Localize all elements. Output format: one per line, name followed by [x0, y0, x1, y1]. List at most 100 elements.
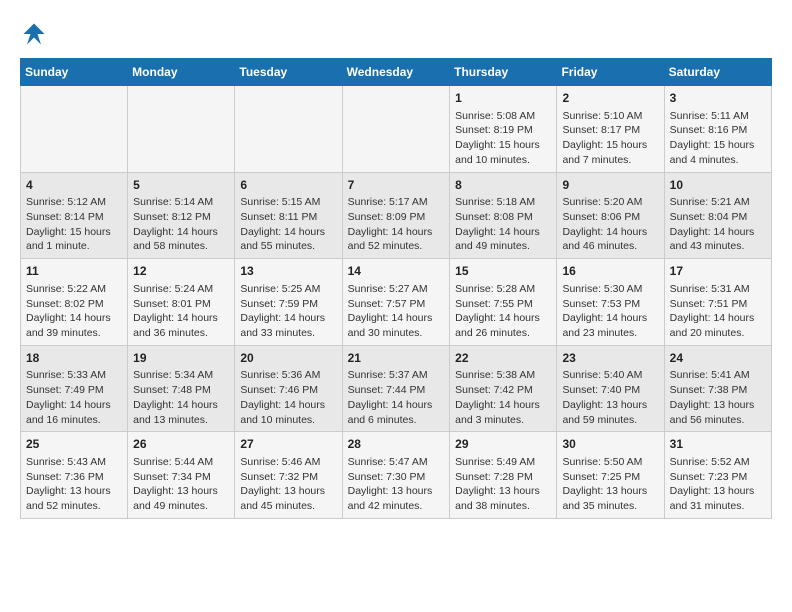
- cell-info-line: Sunset: 8:02 PM: [26, 297, 122, 312]
- day-number: 20: [240, 350, 336, 367]
- cell-info-line: Sunrise: 5:52 AM: [670, 455, 766, 470]
- cell-info-line: Sunset: 7:51 PM: [670, 297, 766, 312]
- calendar-cell: 8Sunrise: 5:18 AMSunset: 8:08 PMDaylight…: [450, 172, 557, 259]
- cell-info-line: Daylight: 13 hours: [670, 484, 766, 499]
- weekday-header-saturday: Saturday: [664, 59, 771, 86]
- cell-info-line: Sunrise: 5:12 AM: [26, 195, 122, 210]
- calendar-cell: 21Sunrise: 5:37 AMSunset: 7:44 PMDayligh…: [342, 345, 450, 432]
- day-number: 3: [670, 90, 766, 107]
- day-number: 16: [562, 263, 658, 280]
- cell-info-line: Sunset: 7:36 PM: [26, 470, 122, 485]
- cell-info-line: Daylight: 13 hours: [26, 484, 122, 499]
- cell-info-line: and 36 minutes.: [133, 326, 229, 341]
- day-number: 5: [133, 177, 229, 194]
- day-number: 25: [26, 436, 122, 453]
- weekday-header-row: SundayMondayTuesdayWednesdayThursdayFrid…: [21, 59, 772, 86]
- cell-info-line: Sunset: 8:11 PM: [240, 210, 336, 225]
- cell-info-line: Sunrise: 5:47 AM: [348, 455, 445, 470]
- cell-info-line: and 33 minutes.: [240, 326, 336, 341]
- cell-info-line: Daylight: 14 hours: [348, 311, 445, 326]
- calendar-cell: 27Sunrise: 5:46 AMSunset: 7:32 PMDayligh…: [235, 432, 342, 519]
- day-number: 30: [562, 436, 658, 453]
- cell-info-line: Sunrise: 5:27 AM: [348, 282, 445, 297]
- calendar-cell: 25 Sunrise: 5:43 AMSunset: 7:36 PMDayligh…: [21, 432, 128, 519]
- calendar-cell: 19Sunrise: 5:34 AMSunset: 7:48 PMDayligh…: [128, 345, 235, 432]
- cell-info-line: Daylight: 14 hours: [240, 311, 336, 326]
- cell-info-line: Sunset: 8:12 PM: [133, 210, 229, 225]
- cell-info-line: and 7 minutes.: [562, 153, 658, 168]
- weekday-header-friday: Friday: [557, 59, 664, 86]
- weekday-header-sunday: Sunday: [21, 59, 128, 86]
- cell-info-line: Sunrise: 5:43 AM: [26, 455, 122, 470]
- calendar-table: SundayMondayTuesdayWednesdayThursdayFrid…: [20, 58, 772, 519]
- day-number: 17: [670, 263, 766, 280]
- cell-info-line: and 23 minutes.: [562, 326, 658, 341]
- calendar-week-row: 1Sunrise: 5:08 AMSunset: 8:19 PMDaylight…: [21, 86, 772, 173]
- calendar-cell: 5Sunrise: 5:14 AMSunset: 8:12 PMDaylight…: [128, 172, 235, 259]
- cell-info-line: Sunset: 8:17 PM: [562, 123, 658, 138]
- cell-info-line: Daylight: 14 hours: [455, 311, 551, 326]
- cell-info-line: Sunset: 7:30 PM: [348, 470, 445, 485]
- day-number: 1: [455, 90, 551, 107]
- calendar-cell: 30Sunrise: 5:50 AMSunset: 7:25 PMDayligh…: [557, 432, 664, 519]
- day-number: 15: [455, 263, 551, 280]
- calendar-cell: [342, 86, 450, 173]
- cell-info-line: Sunrise: 5:40 AM: [562, 368, 658, 383]
- cell-info-line: Sunset: 7:34 PM: [133, 470, 229, 485]
- calendar-week-row: 4Sunrise: 5:12 AMSunset: 8:14 PMDaylight…: [21, 172, 772, 259]
- cell-info-line: Sunset: 8:19 PM: [455, 123, 551, 138]
- cell-info-line: Sunrise: 5:44 AM: [133, 455, 229, 470]
- cell-info-line: Sunset: 7:44 PM: [348, 383, 445, 398]
- cell-info-line: Sunset: 7:49 PM: [26, 383, 122, 398]
- cell-info-line: Sunset: 7:59 PM: [240, 297, 336, 312]
- cell-info-line: Sunrise: 5:22 AM: [26, 282, 122, 297]
- cell-info-line: Sunrise: 5:37 AM: [348, 368, 445, 383]
- calendar-week-row: 18Sunrise: 5:33 AMSunset: 7:49 PMDayligh…: [21, 345, 772, 432]
- cell-info-line: Sunset: 7:46 PM: [240, 383, 336, 398]
- cell-info-line: Sunset: 7:57 PM: [348, 297, 445, 312]
- cell-info-line: and 4 minutes.: [670, 153, 766, 168]
- cell-info-line: Daylight: 13 hours: [240, 484, 336, 499]
- cell-info-line: and 52 minutes.: [26, 499, 122, 514]
- cell-info-line: Sunrise: 5:36 AM: [240, 368, 336, 383]
- cell-info-line: Daylight: 14 hours: [562, 225, 658, 240]
- cell-info-line: and 49 minutes.: [455, 239, 551, 254]
- cell-info-line: Sunset: 8:14 PM: [26, 210, 122, 225]
- logo: [20, 20, 52, 48]
- cell-info-line: Daylight: 15 hours: [562, 138, 658, 153]
- calendar-cell: 20Sunrise: 5:36 AMSunset: 7:46 PMDayligh…: [235, 345, 342, 432]
- cell-info-line: Sunset: 8:09 PM: [348, 210, 445, 225]
- calendar-cell: 16Sunrise: 5:30 AMSunset: 7:53 PMDayligh…: [557, 259, 664, 346]
- cell-info-line: Sunset: 8:06 PM: [562, 210, 658, 225]
- day-number: 31: [670, 436, 766, 453]
- calendar-cell: 14Sunrise: 5:27 AMSunset: 7:57 PMDayligh…: [342, 259, 450, 346]
- calendar-cell: 3Sunrise: 5:11 AMSunset: 8:16 PMDaylight…: [664, 86, 771, 173]
- day-number: 26: [133, 436, 229, 453]
- cell-info-line: and 20 minutes.: [670, 326, 766, 341]
- calendar-cell: 13Sunrise: 5:25 AMSunset: 7:59 PMDayligh…: [235, 259, 342, 346]
- cell-info-line: Daylight: 13 hours: [133, 484, 229, 499]
- cell-info-line: and 43 minutes.: [670, 239, 766, 254]
- cell-info-line: Sunrise: 5:10 AM: [562, 109, 658, 124]
- calendar-cell: 12Sunrise: 5:24 AMSunset: 8:01 PMDayligh…: [128, 259, 235, 346]
- cell-info-line: and 16 minutes.: [26, 413, 122, 428]
- cell-info-line: and 13 minutes.: [133, 413, 229, 428]
- day-number: 12: [133, 263, 229, 280]
- day-number: 11: [26, 263, 122, 280]
- cell-info-line: Sunrise: 5:18 AM: [455, 195, 551, 210]
- cell-info-line: Sunrise: 5:33 AM: [26, 368, 122, 383]
- cell-info-line: Sunrise: 5:14 AM: [133, 195, 229, 210]
- calendar-cell: 6Sunrise: 5:15 AMSunset: 8:11 PMDaylight…: [235, 172, 342, 259]
- cell-info-line: Daylight: 14 hours: [670, 225, 766, 240]
- cell-info-line: Daylight: 15 hours: [26, 225, 122, 240]
- day-number: 24: [670, 350, 766, 367]
- cell-info-line: Sunrise: 5:50 AM: [562, 455, 658, 470]
- day-number: 22: [455, 350, 551, 367]
- cell-info-line: Sunrise: 5:24 AM: [133, 282, 229, 297]
- calendar-week-row: 11 Sunrise: 5:22 AMSunset: 8:02 PM Dayligh…: [21, 259, 772, 346]
- cell-info-line: Sunrise: 5:28 AM: [455, 282, 551, 297]
- cell-info-line: and 31 minutes.: [670, 499, 766, 514]
- cell-info-line: and 1 minute.: [26, 239, 122, 254]
- cell-info-line: Daylight: 14 hours: [348, 225, 445, 240]
- cell-info-line: Sunrise: 5:20 AM: [562, 195, 658, 210]
